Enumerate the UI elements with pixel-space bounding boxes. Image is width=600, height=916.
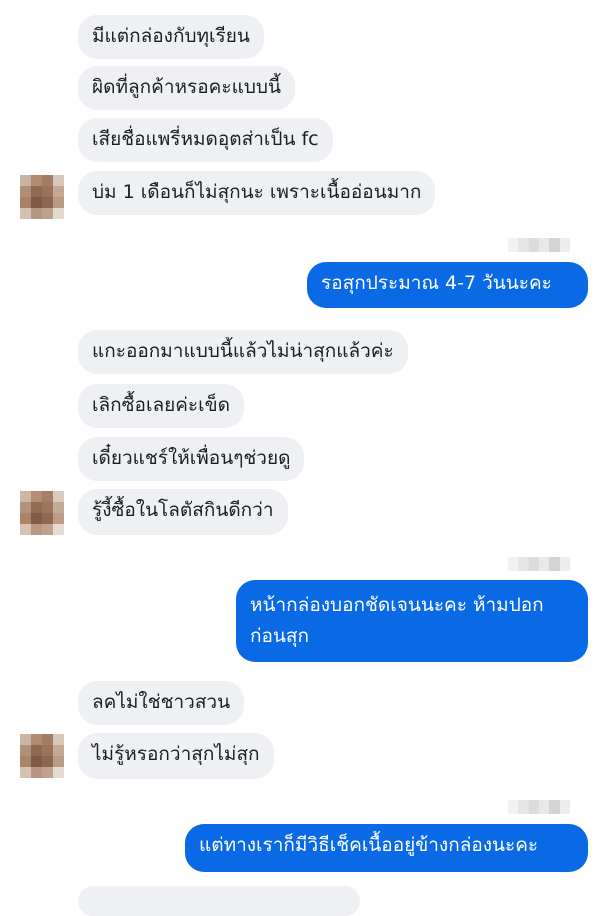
- incoming-message[interactable]: ไม่รู้หรอกว่าสุกไม่สุก: [78, 733, 274, 779]
- sender-avatar-icon[interactable]: [20, 491, 64, 535]
- incoming-message[interactable]: เสียชื่อแพรี่หมดอุตส่าเป็น fc: [78, 118, 333, 162]
- outgoing-message[interactable]: หน้ากล่องบอกชัดเจนนะคะ ห้ามปอกก่อนสุก: [236, 580, 588, 662]
- outgoing-message[interactable]: แต่ทางเราก็มีวิธีเช็คเนื้ออยู่ข้างกล่องน…: [185, 824, 588, 872]
- incoming-message-partial[interactable]: [78, 886, 360, 916]
- sender-avatar-icon[interactable]: [20, 175, 64, 219]
- incoming-message[interactable]: มีแต่กล่องกับทุเรียน: [78, 15, 264, 59]
- incoming-message[interactable]: บ่ม 1 เดือนก็ไม่สุกนะ เพราะเนื้ออ่อนมาก: [78, 171, 436, 215]
- read-receipt-icon: [508, 238, 570, 252]
- incoming-message[interactable]: เลิกซื้อเลยค่ะเข็ด: [78, 384, 244, 428]
- sender-avatar-icon[interactable]: [20, 734, 64, 778]
- read-receipt-icon: [508, 557, 570, 571]
- incoming-message[interactable]: ลคไม่ใช่ชาวสวน: [78, 681, 245, 725]
- read-receipt-icon: [508, 800, 570, 814]
- incoming-message[interactable]: เดี๋ยวแชร์ให้เพื่อนๆช่วยดู: [78, 437, 305, 481]
- outgoing-message[interactable]: รอสุกประมาณ 4-7 วันนะคะ: [307, 262, 588, 308]
- incoming-message[interactable]: แกะออกมาแบบนี้แล้วไม่น่าสุกแล้วค่ะ: [78, 330, 408, 374]
- incoming-message[interactable]: ผิดที่ลูกค้าหรอคะแบบนี้: [78, 66, 295, 110]
- incoming-message[interactable]: รู้งี้ซื้อในโลตัสกินดีกว่า: [78, 489, 288, 535]
